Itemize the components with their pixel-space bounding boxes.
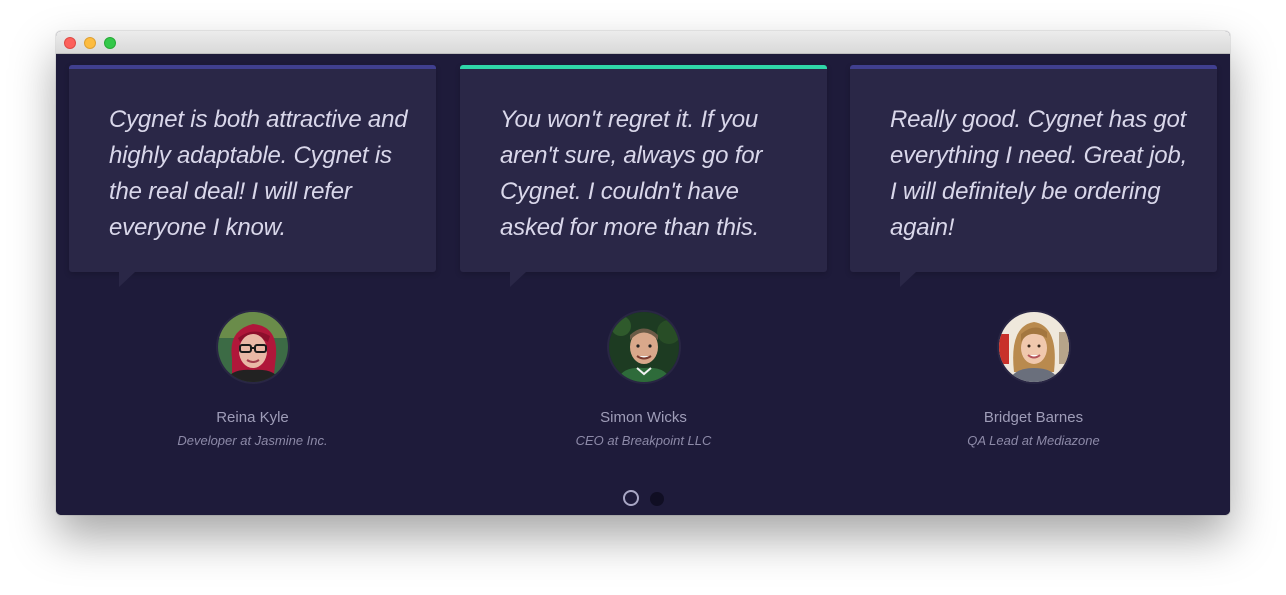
testimonial-author-name: Simon Wicks xyxy=(600,409,687,426)
testimonial-quote: Really good. Cygnet has got everything I… xyxy=(890,106,1188,241)
testimonial-quote-bubble: You won't regret it. If you aren't sure,… xyxy=(460,65,827,287)
avatar xyxy=(218,312,288,382)
close-window-button[interactable] xyxy=(64,37,76,49)
testimonial-card-active: You won't regret it. If you aren't sure,… xyxy=(460,65,827,448)
testimonial-author-role: Developer at Jasmine Inc. xyxy=(177,433,328,448)
testimonials-section: Cygnet is both attractive and highly ada… xyxy=(56,54,1230,515)
testimonial-author-name: Reina Kyle xyxy=(216,409,289,426)
testimonial-card: Cygnet is both attractive and highly ada… xyxy=(69,65,436,448)
speech-bubble-tail xyxy=(900,272,916,287)
minimize-window-button[interactable] xyxy=(84,37,96,49)
testimonial-quote: Cygnet is both attractive and highly ada… xyxy=(109,106,408,241)
avatar xyxy=(609,312,679,382)
testimonial-author-role: QA Lead at Mediazone xyxy=(967,433,1100,448)
speech-bubble-tail xyxy=(119,272,135,287)
window-titlebar xyxy=(56,31,1230,54)
testimonial-quote: You won't regret it. If you aren't sure,… xyxy=(500,106,763,241)
testimonial-author-name: Bridget Barnes xyxy=(983,409,1084,426)
maximize-window-button[interactable] xyxy=(104,37,116,49)
testimonial-card: Really good. Cygnet has got everything I… xyxy=(850,65,1217,448)
avatar xyxy=(999,312,1069,382)
carousel-pagination xyxy=(56,488,1230,508)
carousel-dot-active[interactable] xyxy=(623,490,639,506)
browser-window: Cygnet is both attractive and highly ada… xyxy=(56,31,1230,515)
speech-bubble-tail xyxy=(510,272,526,287)
testimonial-quote-bubble: Cygnet is both attractive and highly ada… xyxy=(69,65,436,287)
testimonial-quote-bubble: Really good. Cygnet has got everything I… xyxy=(850,65,1217,287)
testimonial-author-role: CEO at Breakpoint LLC xyxy=(575,433,712,448)
carousel-dot[interactable] xyxy=(650,492,664,506)
